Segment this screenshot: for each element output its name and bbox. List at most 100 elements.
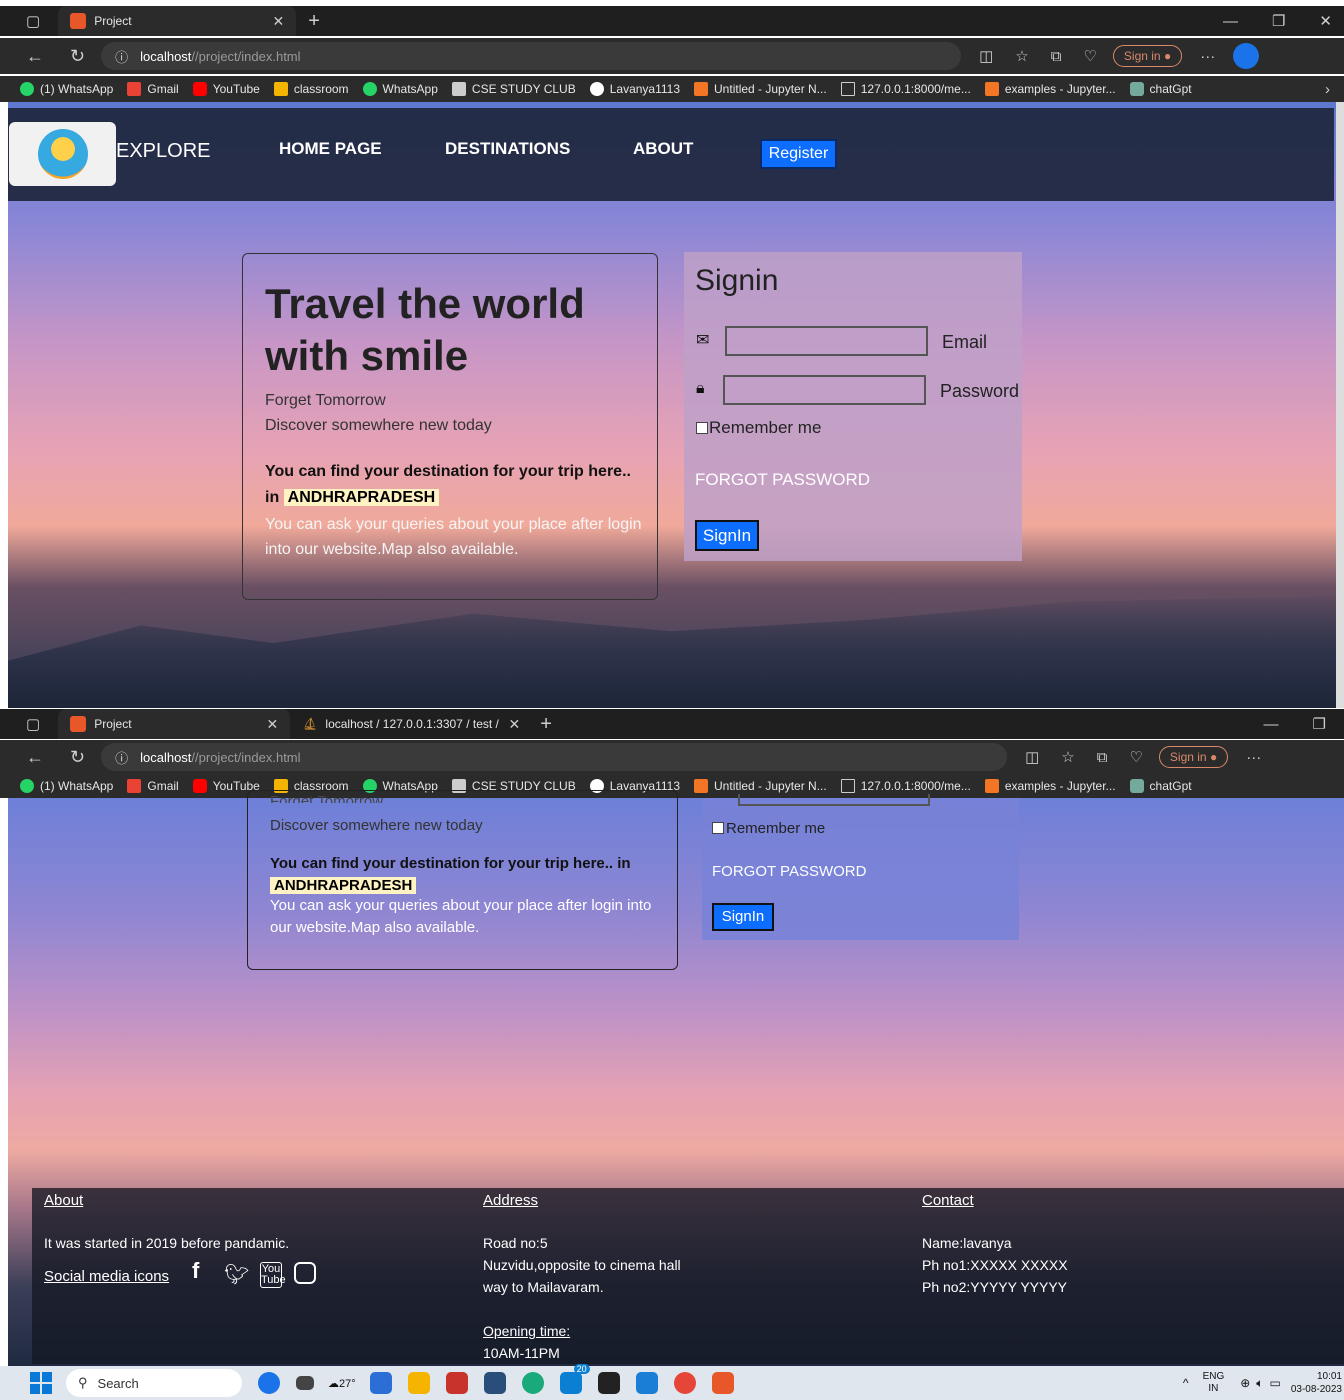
bookmark-localhost[interactable]: 127.0.0.1:8000/me... (840, 82, 971, 96)
address-bar-row: ← ↻ ⓘ localhost//project/index.html ◫ ☆ … (0, 38, 1344, 74)
task-view-icon[interactable] (296, 1376, 314, 1390)
volume-icon[interactable]: 🔈︎ (1256, 1376, 1263, 1391)
minimize-icon[interactable]: — (1223, 13, 1238, 30)
forgot-password-link[interactable]: FORGOT PASSWORD (712, 863, 866, 880)
taskbar-search[interactable]: ⚲ Search (66, 1369, 242, 1397)
tab-project-2[interactable]: Project ✕ (58, 709, 291, 739)
close-tab-icon[interactable]: ✕ (508, 716, 520, 733)
tab-phpmyadmin[interactable]: ⛵︎ localhost / 127.0.0.1:3307 / test / ✕ (290, 709, 533, 739)
scrollbar[interactable] (1336, 102, 1344, 708)
browser-sign-in-button-2[interactable]: Sign in ● (1158, 746, 1229, 768)
bookmark-youtube[interactable]: YouTube (192, 82, 260, 96)
split-screen-icon[interactable]: ◫ (1025, 748, 1039, 766)
clock[interactable]: 10:01 03-08-2023 (1291, 1370, 1342, 1396)
title-bar-2: ▢ Project ✕ ⛵︎ localhost / 127.0.0.1:330… (0, 709, 1344, 739)
minimize-icon[interactable]: — (1264, 716, 1279, 733)
remember-checkbox[interactable] (696, 422, 708, 434)
bookmark-classroom[interactable]: classroom (273, 82, 349, 96)
editor-icon[interactable] (483, 1372, 506, 1394)
bookmark-cse[interactable]: CSE STUDY CLUB (451, 82, 576, 96)
password-input[interactable] (723, 375, 926, 405)
terminal-icon[interactable] (597, 1372, 620, 1394)
nav-about-link[interactable]: ABOUT (633, 139, 693, 159)
collections-icon[interactable]: ⧉ (1097, 749, 1108, 766)
restore-icon[interactable]: ❐ (1272, 12, 1285, 30)
bookmark-gmail[interactable]: Gmail (127, 779, 179, 793)
tab-actions-icon[interactable]: ▢ (26, 715, 40, 733)
health-icon[interactable]: ♡ (1129, 748, 1142, 766)
bing-icon[interactable] (258, 1372, 280, 1394)
edge-icon[interactable] (521, 1372, 544, 1394)
new-tab-icon[interactable]: + (540, 713, 552, 736)
chevron-right-icon[interactable]: › (1325, 81, 1330, 98)
windows-start-icon[interactable] (30, 1372, 52, 1394)
split-screen-icon[interactable]: ◫ (979, 47, 993, 65)
bookmark-chatgpt[interactable]: chatGpt (1129, 779, 1192, 793)
bookmark-jupyter1[interactable]: Untitled - Jupyter N... (694, 779, 827, 793)
tab-project[interactable]: Project ✕ (58, 6, 297, 36)
refresh-icon[interactable]: ↻ (70, 747, 85, 768)
tab-actions-icon[interactable]: ▢ (26, 12, 40, 30)
vscode-icon[interactable] (635, 1372, 658, 1394)
back-icon[interactable]: ← (26, 747, 44, 768)
battery-icon[interactable]: ▭ (1270, 1376, 1281, 1390)
refresh-icon[interactable]: ↻ (70, 46, 85, 67)
twitter-icon[interactable]: 🐦︎ (224, 1264, 249, 1286)
close-tab-icon[interactable]: ✕ (272, 13, 284, 30)
mail-icon[interactable]: 20 (559, 1364, 590, 1394)
signin-button[interactable]: SignIn (695, 520, 759, 551)
bookmark-localhost[interactable]: 127.0.0.1:8000/me... (840, 779, 971, 793)
close-window-icon[interactable]: ✕ (1319, 12, 1332, 30)
bing-icon[interactable] (1233, 43, 1260, 69)
ask-queries-text: You can ask your queries about your plac… (270, 897, 652, 936)
close-tab-icon[interactable]: ✕ (266, 716, 278, 733)
chrome-icon[interactable] (673, 1372, 696, 1394)
password-input-clipped[interactable] (738, 794, 930, 806)
footer-about-heading[interactable]: About (44, 1192, 83, 1209)
signin-button[interactable]: SignIn (712, 903, 774, 931)
store-icon[interactable] (369, 1372, 392, 1394)
health-icon[interactable]: ♡ (1083, 47, 1096, 65)
instagram-icon[interactable] (294, 1262, 316, 1284)
youtube-icon[interactable]: You Tube (260, 1262, 286, 1288)
register-button[interactable]: Register (760, 139, 837, 169)
favorites-icon[interactable]: ☆ (1061, 748, 1074, 766)
chevron-up-icon[interactable]: ^ (1183, 1376, 1189, 1390)
network-icon[interactable]: ⊕ (1240, 1376, 1250, 1390)
collections-icon[interactable]: ⧉ (1051, 48, 1062, 65)
bookmark-whatsapp1[interactable]: (1) WhatsApp (20, 82, 113, 96)
restore-icon[interactable]: ❐ (1313, 715, 1326, 733)
bookmark-whatsapp1[interactable]: (1) WhatsApp (20, 779, 113, 793)
more-icon[interactable]: ··· (1200, 48, 1215, 65)
nav-home-link[interactable]: HOME PAGE (279, 139, 382, 159)
address-input-2[interactable]: ⓘ localhost//project/index.html (101, 743, 1008, 771)
browser-sign-in-button[interactable]: Sign in ● (1112, 45, 1183, 67)
address-input[interactable]: ⓘ localhost//project/index.html (101, 42, 962, 70)
footer-address-heading[interactable]: Address (483, 1192, 538, 1209)
file-explorer-icon[interactable] (407, 1372, 430, 1394)
social-media-link[interactable]: Social media icons (44, 1266, 169, 1288)
language-indicator[interactable]: ENG IN (1203, 1371, 1225, 1395)
bookmark-github[interactable]: Lavanya1113 (589, 82, 680, 96)
bookmark-jupyter2[interactable]: examples - Jupyter... (984, 779, 1116, 793)
more-icon[interactable]: ··· (1246, 749, 1261, 766)
wps-icon[interactable] (445, 1372, 468, 1394)
nav-destinations-link[interactable]: DESTINATIONS (445, 139, 570, 159)
bookmark-jupyter2[interactable]: examples - Jupyter... (984, 82, 1116, 96)
bookmark-jupyter1[interactable]: Untitled - Jupyter N... (694, 82, 827, 96)
weather-widget[interactable]: ☁27° (328, 1377, 356, 1390)
remember-checkbox[interactable] (712, 822, 724, 834)
bookmark-whatsapp2[interactable]: WhatsApp (362, 82, 438, 96)
bookmark-gmail[interactable]: Gmail (127, 82, 179, 96)
email-input[interactable] (725, 326, 928, 356)
site-logo[interactable] (9, 122, 116, 186)
favorites-icon[interactable]: ☆ (1015, 47, 1028, 65)
forgot-password-link[interactable]: FORGOT PASSWORD (695, 470, 870, 490)
new-tab-icon[interactable]: + (308, 10, 320, 33)
back-icon[interactable]: ← (26, 46, 44, 67)
facebook-icon[interactable]: f (192, 1260, 199, 1282)
footer-contact-heading[interactable]: Contact (922, 1192, 974, 1209)
tagline-1: Forget Tomorrow (265, 392, 386, 409)
xampp-icon[interactable] (711, 1372, 734, 1394)
bookmark-chatgpt[interactable]: chatGpt (1129, 82, 1192, 96)
